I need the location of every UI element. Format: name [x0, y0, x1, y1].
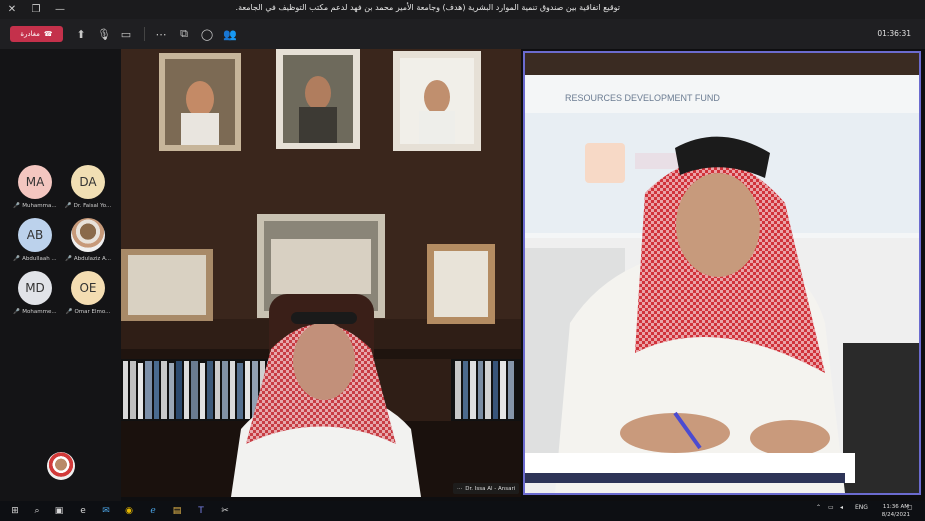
avatar: MA: [18, 165, 52, 199]
participant-video-left[interactable]: ··· Dr. Issa Al - Ansari: [121, 49, 521, 497]
mic-off-icon[interactable]: 🎙: [95, 25, 113, 43]
clock-time: 11:36 AM: [882, 504, 909, 510]
close-icon[interactable]: ✕: [0, 0, 24, 19]
participant-video-right[interactable]: RESOURCES DEVELOPMENT FUND: [523, 51, 921, 495]
windows-taskbar: ⊞ ⌕ ▣ e ✉ ◉ ℯ ▤ T ✂ ⌃ ▭ ◂ ENG 11:36 AM 8…: [0, 501, 925, 521]
speaker-nameplate: ··· Dr. Issa Al - Ansari: [453, 483, 520, 494]
mic-muted-icon: 🎤: [65, 256, 72, 262]
mic-muted-icon: 🎤: [13, 203, 21, 209]
title-bar: ✕ ❐ — توقيع اتفاقية بين صندوق تنمية المو…: [0, 0, 925, 19]
participant-card[interactable]: AB 🎤 Abdullaah ...: [9, 218, 61, 270]
internet-explorer-icon[interactable]: ℯ: [146, 504, 160, 518]
participant-name: Muhamma...: [22, 203, 57, 209]
participant-card[interactable]: DA 🎤 Dr. Faisal Yo...: [62, 165, 114, 217]
signing-scene-image: RESOURCES DEVELOPMENT FUND: [525, 53, 919, 493]
teams-icon[interactable]: T: [194, 504, 208, 518]
participant-name: Dr. Faisal Yo...: [73, 203, 112, 209]
network-icon[interactable]: ▭: [828, 504, 834, 511]
mic-muted-icon: 🎤: [13, 309, 21, 315]
banner-text: RESOURCES DEVELOPMENT FUND: [565, 93, 720, 103]
mic-muted-icon: 🎤: [65, 309, 73, 315]
volume-icon[interactable]: ◂: [840, 504, 843, 511]
avatar-photo: [71, 218, 105, 252]
share-icon[interactable]: ⬆: [72, 25, 90, 43]
meeting-timer: 01:36:31: [877, 29, 911, 38]
avatar: MD: [18, 271, 52, 305]
participant-roster: MA 🎤 Muhamma... DA 🎤 Dr. Faisal Yo... AB 🎤…: [0, 49, 121, 501]
snipping-tool-icon[interactable]: ✂: [218, 504, 232, 518]
participant-name: Abdullaah ...: [22, 256, 57, 262]
file-explorer-icon[interactable]: ▤: [170, 504, 184, 518]
restore-icon[interactable]: ❐: [24, 0, 48, 19]
participant-card[interactable]: MA 🎤 Muhamma...: [9, 165, 61, 217]
phone-hangup-icon: ☎: [43, 30, 53, 38]
leave-button-label: مغادرة: [20, 30, 40, 38]
participant-name: Mohamme...: [22, 309, 57, 315]
notification-icon[interactable]: ▢: [907, 504, 913, 511]
self-video-avatar[interactable]: [47, 452, 75, 480]
more-icon[interactable]: ⋯: [152, 25, 170, 43]
avatar: DA: [71, 165, 105, 199]
window-title: توقيع اتفاقية بين صندوق تنمية الموارد ال…: [235, 3, 620, 12]
tray-chevron-icon[interactable]: ⌃: [816, 504, 821, 511]
chat-icon[interactable]: ◯: [198, 25, 216, 43]
camera-off-icon[interactable]: ▭: [117, 25, 135, 43]
edge-icon[interactable]: e: [76, 504, 90, 518]
participant-name: Abdulaziz A...: [73, 256, 111, 262]
outlook-icon[interactable]: ✉: [99, 504, 113, 518]
search-icon[interactable]: ⌕: [30, 504, 44, 518]
minimize-icon[interactable]: —: [48, 0, 72, 19]
meeting-toolbar: مغادرة ☎ ⬆ 🎙 ▭ ⋯ ⧉ ◯ 👥 01:36:31: [0, 19, 925, 49]
chrome-icon[interactable]: ◉: [122, 504, 136, 518]
teams-meeting-window: ✕ ❐ — توقيع اتفاقية بين صندوق تنمية المو…: [0, 0, 925, 521]
mic-muted-icon: 🎤: [64, 203, 72, 209]
windows-start-icon[interactable]: ⊞: [8, 504, 22, 518]
participant-card[interactable]: MD 🎤 Mohamme...: [9, 271, 61, 323]
avatar: AB: [18, 218, 52, 252]
mic-muted-icon: 🎤: [13, 256, 21, 262]
clock-date: 8/24/2021: [881, 512, 910, 518]
breakout-icon[interactable]: ⧉: [175, 25, 193, 43]
language-indicator[interactable]: ENG: [855, 504, 868, 511]
toolbar-divider: [144, 27, 145, 41]
more-icon[interactable]: ···: [457, 486, 462, 492]
system-clock[interactable]: 11:36 AM 8/24/2021: [882, 503, 910, 519]
office-scene-image: [121, 49, 521, 497]
video-stage: ··· Dr. Issa Al - Ansari RESOURCES DEVEL…: [121, 49, 925, 501]
participant-name: Omar Elmo...: [74, 309, 111, 315]
participant-name: Dr. Issa Al - Ansari: [465, 485, 516, 492]
participant-card[interactable]: 🎤 Abdulaziz A...: [62, 218, 114, 270]
avatar: OE: [71, 271, 105, 305]
participant-card[interactable]: OE 🎤 Omar Elmo...: [62, 271, 114, 323]
task-view-icon[interactable]: ▣: [52, 504, 66, 518]
leave-button[interactable]: مغادرة ☎: [10, 26, 63, 42]
participants-icon[interactable]: 👥: [221, 25, 239, 43]
